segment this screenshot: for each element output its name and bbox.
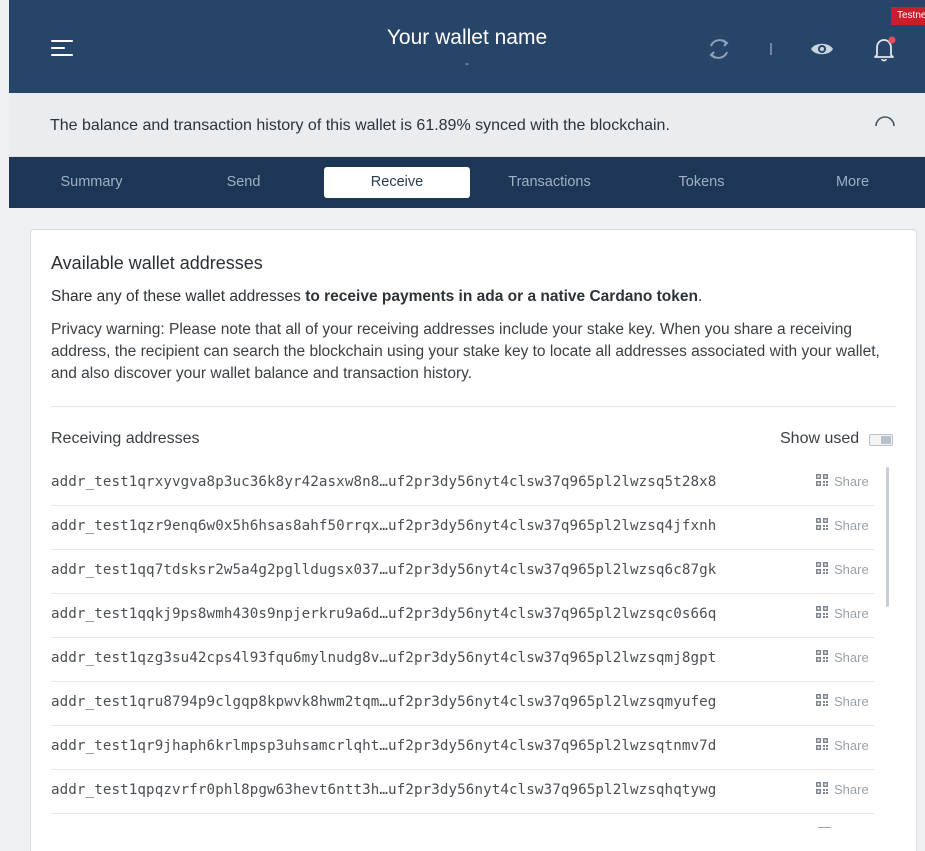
wallet-subtitle: -	[465, 56, 469, 70]
share-label: Share	[834, 738, 869, 754]
desc-suffix: .	[698, 288, 703, 305]
receive-panel: Available wallet addresses Share any of …	[30, 229, 917, 851]
bell-icon[interactable]	[872, 35, 898, 63]
address-text[interactable]: addr_test1qru8794p9clgqp8kpwvk8hwm2tqm…u…	[51, 694, 716, 710]
sync-message: The balance and transaction history of t…	[50, 117, 670, 134]
privacy-warning: Privacy warning: Please note that all of…	[51, 321, 880, 382]
list-continuation	[818, 827, 831, 828]
section-divider	[51, 406, 896, 407]
tab-summary[interactable]: Summary	[19, 167, 164, 198]
address-text[interactable]: addr_test1qpqzvrfr0phl8pgw63hevt6ntt3h…u…	[51, 782, 716, 798]
desc-text: Share any of these wallet addresses	[51, 288, 306, 305]
address-text[interactable]: addr_test1qzr9enq6w0x5h6hsas8ahf50rrqx…u…	[51, 518, 716, 534]
share-label: Share	[834, 694, 869, 710]
share-button[interactable]: Share	[816, 473, 869, 493]
show-used-toggle[interactable]	[869, 434, 893, 446]
receiving-addresses-label: Receiving addresses	[51, 430, 200, 447]
share-button[interactable]: Share	[816, 649, 869, 669]
qr-code-icon	[816, 474, 828, 486]
wallet-nav: Summary Send Receive Transactions Tokens…	[9, 157, 925, 208]
address-text[interactable]: addr_test1qqkj9ps8wmh430s9npjerkru9a6d…u…	[51, 606, 716, 622]
page-title: Available wallet addresses	[51, 253, 263, 273]
qr-code-icon	[816, 562, 828, 574]
tab-send[interactable]: Send	[171, 167, 316, 198]
tab-tokens[interactable]: Tokens	[629, 167, 774, 198]
share-label: Share	[834, 562, 869, 578]
qr-code-icon	[816, 606, 828, 618]
scrollbar[interactable]	[886, 467, 889, 607]
qr-code-icon	[816, 650, 828, 662]
share-button[interactable]: Share	[816, 781, 869, 801]
address-row: addr_test1qpqzvrfr0phl8pgw63hevt6ntt3h…u…	[51, 770, 874, 814]
eye-icon[interactable]	[810, 40, 834, 58]
share-label: Share	[834, 474, 869, 490]
address-text[interactable]: addr_test1qr9jhaph6krlmpsp3uhsamcrlqht…u…	[51, 738, 716, 754]
share-button[interactable]: Share	[816, 517, 869, 537]
address-list: addr_test1qrxyvgva8p3uc36k8yr42asxw8n8…u…	[51, 462, 874, 814]
desc-bold-text: to receive payments in ada or a native C…	[305, 288, 698, 305]
show-used-label[interactable]: Show used	[780, 430, 859, 448]
sync-status-bar: The balance and transaction history of t…	[9, 93, 925, 157]
address-text[interactable]: addr_test1qzg3su42cps4l93fqu6mylnudg8v…u…	[51, 650, 716, 666]
address-text[interactable]: addr_test1qrxyvgva8p3uc36k8yr42asxw8n8…u…	[51, 474, 716, 490]
address-text[interactable]: addr_test1qq7tdsksr2w5a4g2pglldugsx037…u…	[51, 562, 716, 578]
qr-code-icon	[816, 694, 828, 706]
qr-code-icon	[816, 782, 828, 794]
share-button[interactable]: Share	[816, 561, 869, 581]
share-button[interactable]: Share	[816, 693, 869, 713]
address-row: addr_test1qrxyvgva8p3uc36k8yr42asxw8n8…u…	[51, 462, 874, 506]
share-label: Share	[834, 606, 869, 622]
share-button[interactable]: Share	[816, 605, 869, 625]
tab-more[interactable]: More	[780, 167, 925, 198]
share-button[interactable]: Share	[816, 737, 869, 757]
share-label: Share	[834, 518, 869, 534]
header-divider	[770, 43, 772, 55]
address-row: addr_test1qqkj9ps8wmh430s9npjerkru9a6d…u…	[51, 594, 874, 638]
address-row: addr_test1qq7tdsksr2w5a4g2pglldugsx037…u…	[51, 550, 874, 594]
tab-receive[interactable]: Receive	[324, 167, 470, 198]
address-row: addr_test1qr9jhaph6krlmpsp3uhsamcrlqht…u…	[51, 726, 874, 770]
qr-code-icon	[816, 738, 828, 750]
wallet-name[interactable]: Your wallet name	[9, 26, 925, 50]
qr-code-icon	[816, 518, 828, 530]
loading-spinner-icon	[875, 116, 895, 127]
tab-transactions[interactable]: Transactions	[477, 167, 622, 198]
address-row: addr_test1qzg3su42cps4l93fqu6mylnudg8v…u…	[51, 638, 874, 682]
top-bar: Testnet Your wallet name -	[9, 0, 925, 93]
address-row: addr_test1qzr9enq6w0x5h6hsas8ahf50rrqx…u…	[51, 506, 874, 550]
testnet-badge: Testnet	[891, 7, 925, 25]
share-label: Share	[834, 650, 869, 666]
share-label: Share	[834, 782, 869, 798]
address-row: addr_test1qru8794p9clgqp8kpwvk8hwm2tqm…u…	[51, 682, 874, 726]
sync-icon[interactable]	[706, 36, 732, 62]
receive-description: Share any of these wallet addresses to r…	[51, 288, 702, 306]
